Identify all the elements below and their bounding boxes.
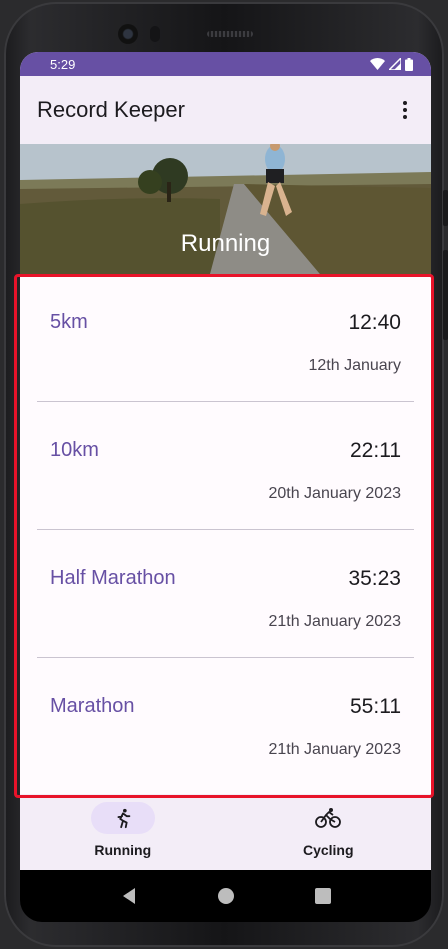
sensor — [150, 26, 160, 42]
record-name: Half Marathon — [50, 567, 176, 589]
power-button — [443, 190, 448, 226]
volume-button — [443, 250, 448, 340]
record-date: 21th January 2023 — [268, 741, 401, 758]
cycling-icon — [315, 808, 342, 828]
running-icon — [117, 808, 131, 829]
nav-indicator — [296, 802, 360, 834]
front-camera — [118, 24, 138, 44]
home-icon[interactable] — [211, 881, 241, 911]
nav-item-running[interactable]: Running — [20, 794, 226, 870]
records-list: 5km 12:40 12th January 10km 22:11 20th J… — [20, 274, 431, 785]
record-item[interactable]: Marathon 55:11 21th January 2023 — [37, 658, 414, 785]
system-navigation-bar — [20, 870, 431, 922]
wifi-icon — [370, 58, 385, 70]
record-name: 10km — [50, 439, 99, 461]
top-app-bar: Record Keeper — [20, 76, 431, 144]
battery-icon — [405, 57, 413, 71]
record-item[interactable]: Half Marathon 35:23 21th January 2023 — [37, 530, 414, 658]
record-date: 21th January 2023 — [268, 613, 401, 630]
hero-banner: Running — [20, 144, 431, 274]
record-time: 12:40 — [348, 311, 401, 334]
nav-indicator — [90, 802, 155, 834]
app-title: Record Keeper — [37, 97, 185, 122]
status-time: 5:29 — [50, 56, 76, 72]
nav-item-cycling[interactable]: Cycling — [226, 794, 432, 870]
record-name: Marathon — [50, 695, 135, 717]
status-icons — [370, 57, 413, 71]
nav-label-cycling: Cycling — [302, 842, 354, 858]
back-icon[interactable] — [114, 881, 144, 911]
cell-signal-icon — [389, 58, 401, 70]
record-time: 35:23 — [348, 567, 401, 590]
record-time: 22:11 — [350, 439, 401, 462]
app-screen: 5:29 Record Keeper Running 5km 12:40 12t… — [20, 52, 431, 870]
record-name: 5km — [50, 311, 88, 333]
record-item[interactable]: 10km 22:11 20th January 2023 — [37, 402, 414, 530]
nav-label-running: Running — [94, 842, 152, 858]
hero-title: Running — [180, 230, 271, 257]
record-item[interactable]: 5km 12:40 12th January — [37, 274, 414, 402]
record-time: 55:11 — [350, 695, 401, 718]
recents-icon[interactable] — [308, 881, 338, 911]
record-date: 20th January 2023 — [268, 485, 401, 502]
more-vert-icon[interactable] — [393, 90, 417, 130]
record-date: 12th January — [308, 357, 401, 374]
earpiece-speaker — [207, 31, 253, 37]
status-bar: 5:29 — [20, 52, 431, 76]
bottom-navigation: Running Cycling — [20, 794, 431, 870]
